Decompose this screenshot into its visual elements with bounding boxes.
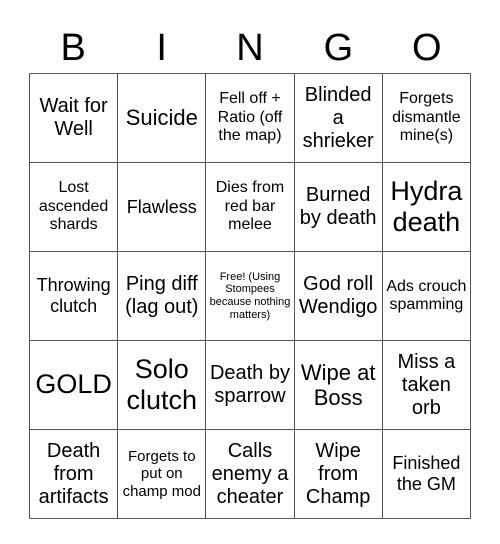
bingo-card: Wait for Well Suicide Fell off + Ratio (… (28, 73, 472, 519)
bingo-cell[interactable]: Fell off + Ratio (off the map) (205, 73, 295, 163)
bingo-cell[interactable]: Flawless (117, 162, 207, 252)
bingo-cell[interactable]: Lost ascended shards (28, 162, 119, 252)
bingo-header: B I N G O (29, 24, 471, 72)
bingo-cell[interactable]: Throwing clutch (28, 251, 119, 341)
bingo-cell[interactable]: Finished the GM (381, 429, 472, 519)
bingo-row: Wait for Well Suicide Fell off + Ratio (… (28, 73, 472, 163)
bingo-row: Throwing clutch Ping diff (lag out) Free… (28, 251, 472, 341)
bingo-cell[interactable]: God roll Wendigo (293, 251, 383, 341)
bingo-row: Death from artifacts Forgets to put on c… (28, 429, 472, 519)
bingo-cell[interactable]: Death from artifacts (28, 429, 119, 519)
header-letter-o: O (412, 27, 442, 69)
bingo-cell[interactable]: Forgets to put on champ mod (117, 429, 207, 519)
bingo-cell[interactable]: GOLD (28, 340, 119, 430)
bingo-cell[interactable]: Ping diff (lag out) (117, 251, 207, 341)
bingo-row: Lost ascended shards Flawless Dies from … (28, 162, 472, 252)
bingo-row: GOLD Solo clutch Death by sparrow Wipe a… (28, 340, 472, 430)
bingo-cell[interactable]: Calls enemy a cheater (205, 429, 295, 519)
header-letter-i: I (156, 27, 167, 69)
bingo-cell[interactable]: Wipe at Boss (293, 340, 383, 430)
bingo-cell[interactable]: Blinded a shrieker (293, 73, 383, 163)
bingo-cell-free[interactable]: Free! (Using Stompees because nothing ma… (205, 251, 295, 341)
bingo-cell[interactable]: Ads crouch spamming (381, 251, 472, 341)
bingo-cell[interactable]: Hydra death (381, 162, 472, 252)
bingo-cell[interactable]: Death by sparrow (205, 340, 295, 430)
bingo-cell[interactable]: Dies from red bar melee (205, 162, 295, 252)
bingo-cell[interactable]: Burned by death (293, 162, 383, 252)
header-letter-b: B (60, 27, 86, 69)
bingo-cell[interactable]: Wait for Well (28, 73, 119, 163)
header-letter-n: N (236, 27, 264, 69)
header-letter-g: G (323, 27, 354, 69)
bingo-cell[interactable]: Forgets dismantle mine(s) (381, 73, 472, 163)
bingo-cell[interactable]: Miss a taken orb (381, 340, 472, 430)
bingo-cell[interactable]: Wipe from Champ (293, 429, 383, 519)
bingo-cell[interactable]: Solo clutch (117, 340, 207, 430)
bingo-cell[interactable]: Suicide (117, 73, 207, 163)
